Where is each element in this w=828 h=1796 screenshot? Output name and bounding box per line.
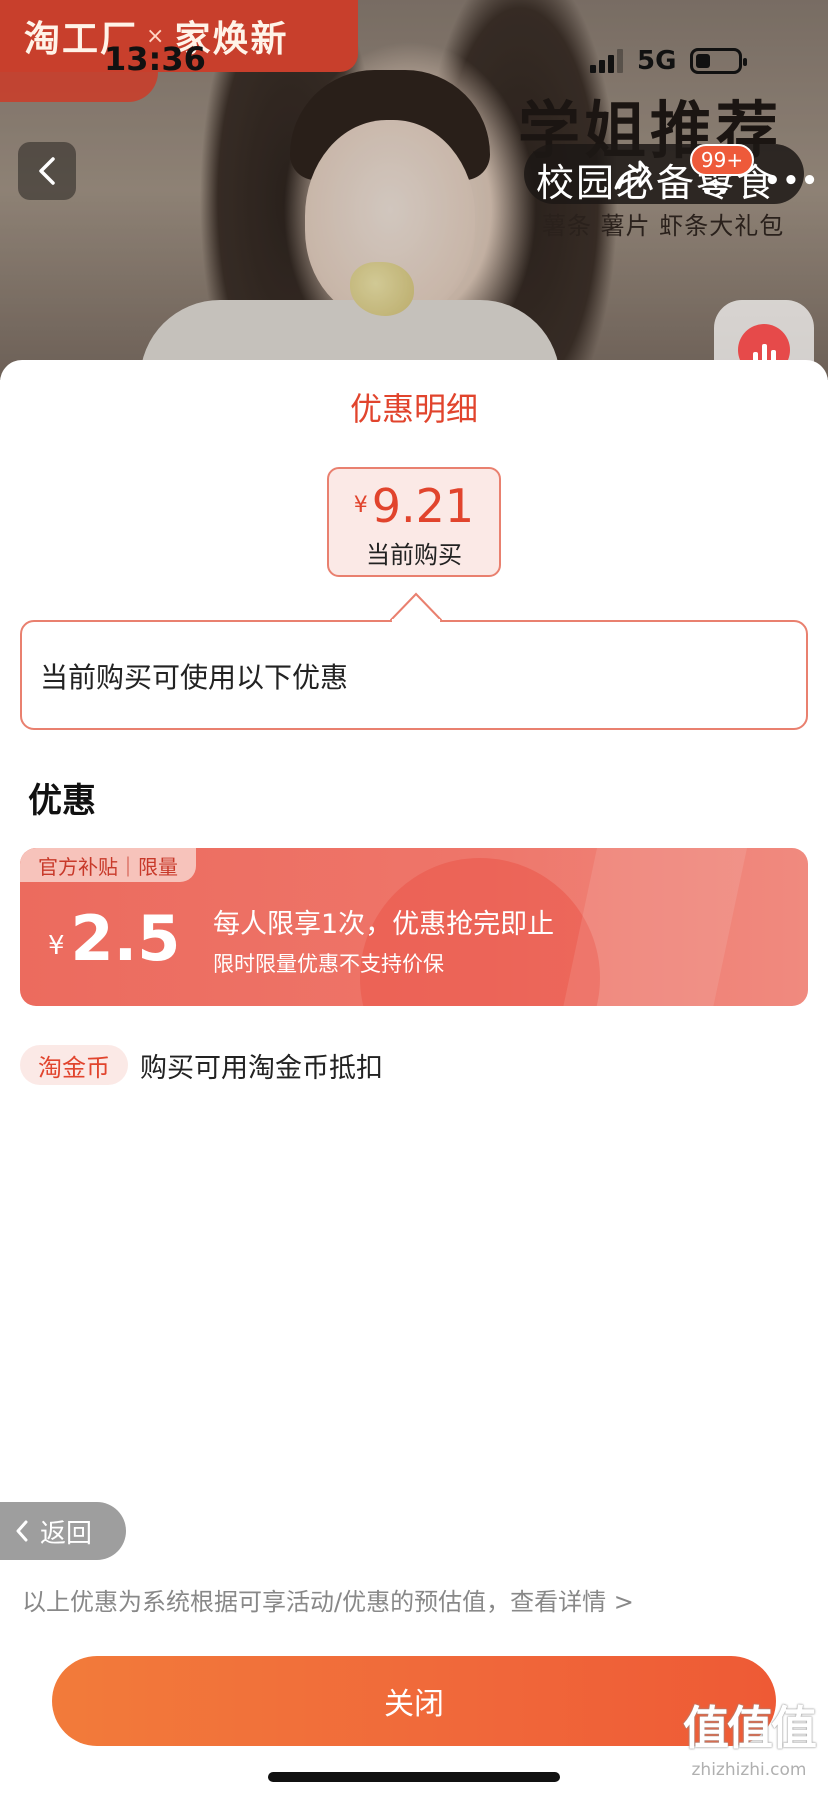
coupon-currency: ¥: [48, 931, 65, 961]
current-price: ¥9.21: [329, 479, 499, 533]
close-button[interactable]: 关闭: [52, 1656, 776, 1746]
cart-count-badge: 99+: [690, 144, 754, 176]
home-indicator: [268, 1772, 560, 1782]
status-indicators: 5G: [590, 46, 748, 76]
more-icon[interactable]: •••: [764, 166, 820, 196]
estimate-footnote-link[interactable]: 以上优惠为系统根据可享活动/优惠的预估值，查看详情 >: [22, 1582, 634, 1617]
chevron-left-icon: [39, 157, 55, 185]
subsidy-coupon-card[interactable]: 官方补贴｜限量 ¥2.5 每人限享1次，优惠抢完即止 限时限量优惠不支持价保: [20, 848, 808, 1006]
discount-tip-box: 当前购买可使用以下优惠: [20, 620, 808, 730]
watermark-logo-text: 值值值: [683, 1701, 817, 1755]
battery-icon: [690, 48, 748, 74]
sheet-title: 优惠明细: [349, 390, 478, 428]
tip-pointer-arrow: [390, 592, 442, 622]
current-price-card: ¥9.21 当前购买: [327, 467, 501, 577]
chevron-left-icon: [16, 1520, 28, 1542]
coupon-amount: ¥2.5: [48, 902, 180, 975]
discount-detail-sheet: 优惠明细 ¥9.21 当前购买 当前购买可使用以下优惠 优惠 官方补贴｜限量 ¥…: [0, 360, 828, 1796]
site-watermark: 值值值 zhizhizhi.com: [674, 1692, 824, 1782]
price-caption: 当前购买: [366, 541, 462, 569]
coupon-tag: 官方补贴｜限量: [20, 848, 196, 882]
coupon-note-text: 限时限量优惠不支持价保: [213, 952, 444, 976]
watermark-url: zhizhizhi.com: [691, 1760, 807, 1780]
price-currency: ¥: [353, 493, 368, 518]
status-time: 13:36: [104, 40, 206, 78]
network-label: 5G: [637, 46, 677, 76]
coupon-sheen: [554, 848, 756, 1006]
coupon-value: 2.5: [70, 902, 181, 975]
discount-tip-text: 当前购买可使用以下优惠: [40, 661, 349, 694]
back-button[interactable]: [18, 142, 76, 200]
signal-icon: [590, 49, 623, 73]
share-icon[interactable]: [610, 154, 654, 198]
coupon-limit-text: 每人限享1次，优惠抢完即止: [213, 909, 555, 940]
taojinbi-badge: 淘金币: [20, 1045, 128, 1085]
discount-section-title: 优惠: [28, 781, 96, 821]
taojinbi-row: 淘金币 购买可用淘金币抵扣: [20, 1044, 383, 1086]
screen: 淘工厂 × 家焕新 13:36 5G 学姐推荐 校园必备零食 99+ ••• 薯…: [0, 0, 828, 1796]
product-hero-image: 淘工厂 × 家焕新 13:36 5G 学姐推荐 校园必备零食 99+ ••• 薯…: [0, 0, 828, 400]
return-button[interactable]: 返回: [0, 1502, 126, 1560]
taojinbi-text: 购买可用淘金币抵扣: [140, 1052, 383, 1084]
price-amount: 9.21: [371, 479, 475, 533]
promo-subtitle: 薯条 薯片 虾条大礼包: [542, 212, 785, 240]
return-label: 返回: [40, 1518, 93, 1549]
